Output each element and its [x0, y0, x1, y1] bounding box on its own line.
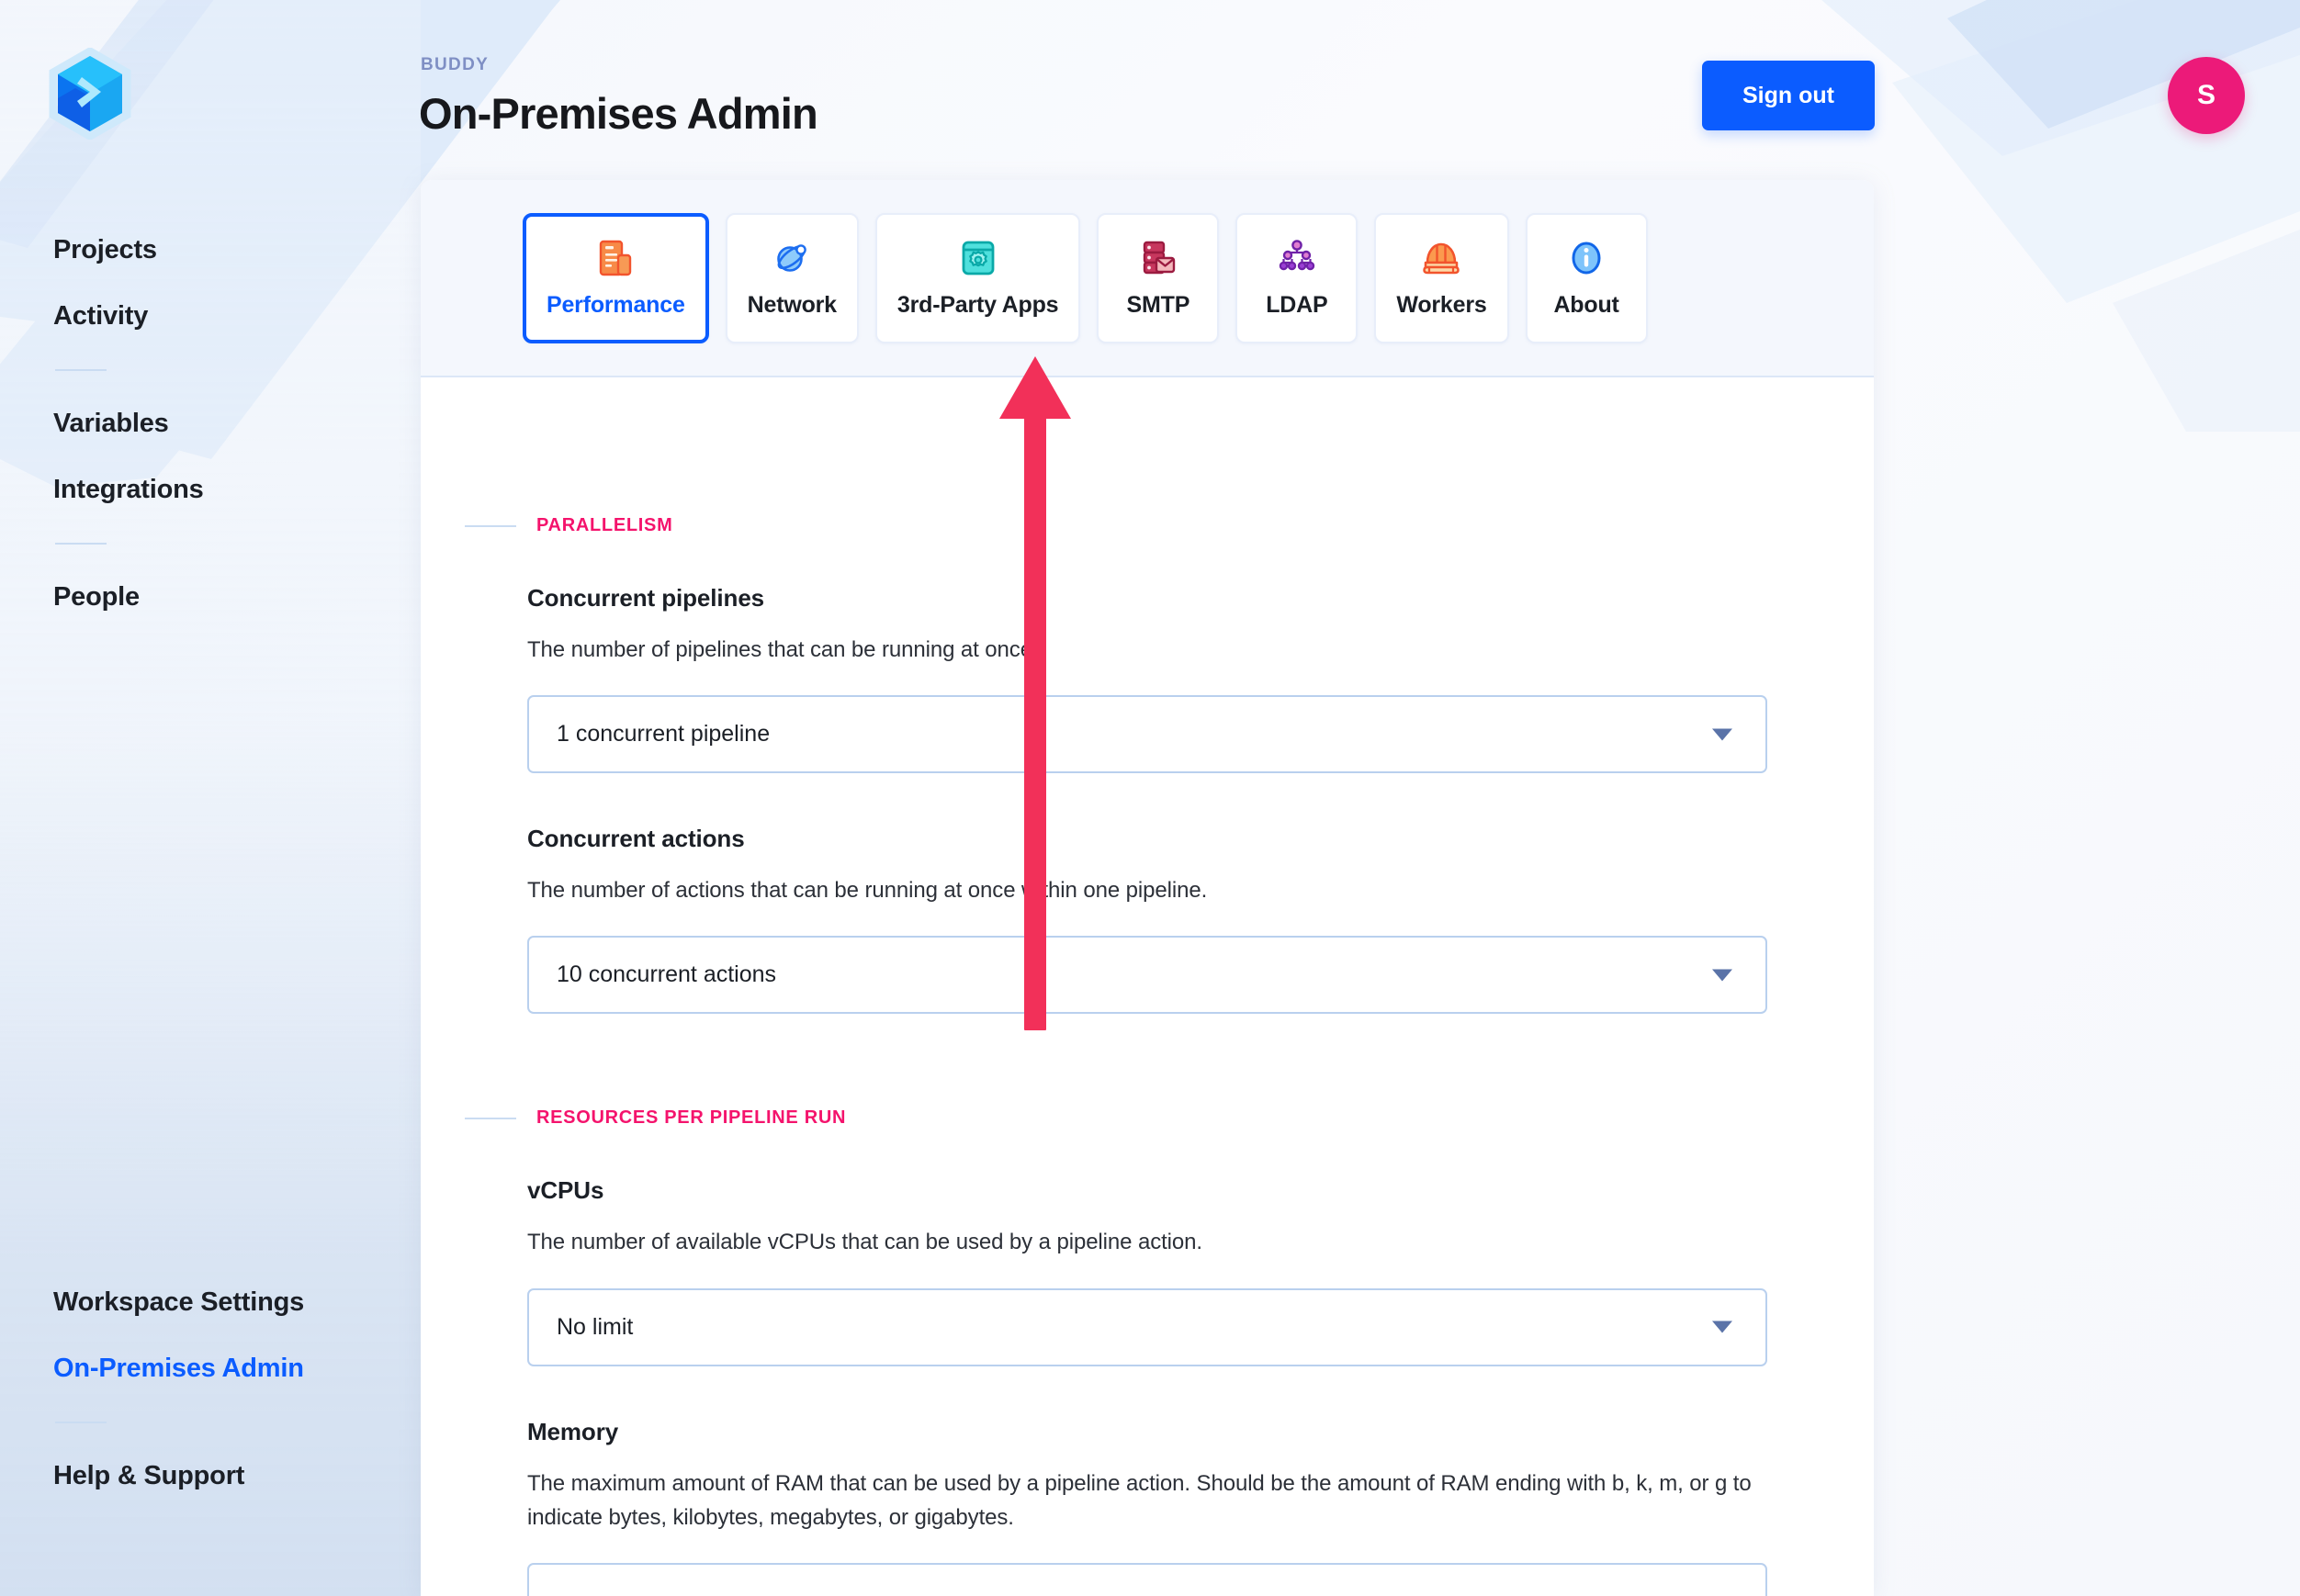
select-concurrent-actions-value: 10 concurrent actions — [557, 961, 777, 988]
field-description-concurrent-actions: The number of actions that can be runnin… — [527, 878, 1208, 904]
tab-about[interactable]: About — [1525, 212, 1648, 343]
sidebar-nav-bottom: Workspace Settings On-Premises Admin Hel… — [53, 1289, 402, 1489]
sidebar-item-workspace-settings[interactable]: Workspace Settings — [53, 1289, 402, 1316]
select-concurrent-pipelines[interactable]: 1 concurrent pipeline — [527, 695, 1767, 774]
field-concurrent-actions: Concurrent actions The number of actions… — [421, 825, 1874, 1015]
tab-performance-label: Performance — [547, 292, 685, 318]
tab-ldap[interactable]: LDAP — [1235, 212, 1359, 343]
performance-report-icon — [594, 237, 637, 279]
tab-network-label: Network — [747, 292, 837, 318]
field-description-vcpus: The number of available vCPUs that can b… — [527, 1230, 1202, 1255]
sidebar-item-activity[interactable]: Activity — [53, 303, 402, 330]
sidebar-item-on-premises-admin[interactable]: On-Premises Admin — [53, 1355, 402, 1382]
section-rule — [465, 524, 516, 527]
admin-settings-card: Performance Network 3rd-Party Apps SMTP … — [421, 180, 1874, 1596]
page-title: On-Premises Admin — [419, 89, 818, 138]
tab-third-party-apps[interactable]: 3rd-Party Apps — [874, 212, 1081, 343]
tab-about-label: About — [1553, 292, 1619, 318]
select-concurrent-pipelines-value: 1 concurrent pipeline — [557, 721, 771, 747]
field-label-vcpus: vCPUs — [527, 1176, 604, 1205]
section-rule — [465, 1117, 516, 1119]
settings-tab-bar: Performance Network 3rd-Party Apps SMTP … — [421, 180, 1874, 377]
select-concurrent-actions[interactable]: 10 concurrent actions — [527, 936, 1767, 1015]
section-header-parallelism: PARALLELISM — [421, 377, 1874, 536]
sidebar-item-people[interactable]: People — [53, 584, 402, 611]
field-description-memory: The maximum amount of RAM that can be us… — [527, 1470, 1752, 1530]
sidebar-nav: Projects Activity Variables Integrations… — [53, 237, 402, 611]
sidebar-item-integrations[interactable]: Integrations — [53, 477, 402, 503]
network-planet-icon — [771, 237, 813, 279]
sidebar-divider-1 — [55, 369, 107, 371]
field-label-memory: Memory — [527, 1417, 619, 1445]
sidebar: Projects Activity Variables Integrations… — [0, 0, 421, 1596]
sidebar-divider-3 — [55, 1422, 107, 1423]
tab-smtp[interactable]: SMTP — [1097, 212, 1220, 343]
field-concurrent-pipelines: Concurrent pipelines The number of pipel… — [421, 584, 1874, 774]
section-title-resources-per-pipeline-run: RESOURCES PER PIPELINE RUN — [536, 1107, 847, 1129]
field-label-concurrent-actions: Concurrent actions — [527, 825, 745, 853]
tab-network[interactable]: Network — [725, 212, 859, 343]
select-vcpus-value: No limit — [557, 1313, 634, 1340]
select-vcpus[interactable]: No limit — [527, 1287, 1767, 1366]
tab-workers[interactable]: Workers — [1374, 212, 1509, 343]
tab-third-party-apps-label: 3rd-Party Apps — [896, 292, 1059, 318]
chevron-down-icon — [1712, 1321, 1732, 1333]
field-memory: Memory The maximum amount of RAM that ca… — [421, 1418, 1874, 1596]
section-header-resources-per-pipeline-run: RESOURCES PER PIPELINE RUN — [421, 1107, 1874, 1129]
ldap-tree-icon — [1276, 237, 1318, 279]
sign-out-button[interactable]: Sign out — [1702, 61, 1875, 130]
avatar[interactable]: S — [2168, 57, 2245, 134]
sidebar-divider-2 — [55, 543, 107, 545]
sidebar-item-projects[interactable]: Projects — [53, 237, 402, 264]
tab-performance[interactable]: Performance — [523, 212, 709, 343]
memory-input[interactable] — [527, 1562, 1767, 1596]
chevron-down-icon — [1712, 728, 1732, 741]
performance-settings-panel: PARALLELISM Concurrent pipelines The num… — [421, 377, 1874, 1596]
third-party-apps-window-gear-icon — [957, 237, 999, 279]
field-vcpus: vCPUs The number of available vCPUs that… — [421, 1176, 1874, 1366]
workers-hardhat-wrench-icon — [1420, 237, 1462, 279]
buddy-logo-icon[interactable] — [48, 46, 132, 141]
sidebar-item-help-and-support[interactable]: Help & Support — [53, 1463, 402, 1489]
tab-ldap-label: LDAP — [1266, 292, 1328, 318]
field-description-concurrent-pipelines: The number of pipelines that can be runn… — [527, 637, 1039, 662]
tab-smtp-label: SMTP — [1126, 292, 1190, 318]
breadcrumb-eyebrow: BUDDY — [421, 55, 490, 74]
smtp-server-mail-icon — [1137, 237, 1179, 279]
about-info-icon — [1565, 237, 1607, 279]
tab-workers-label: Workers — [1396, 292, 1487, 318]
field-label-concurrent-pipelines: Concurrent pipelines — [527, 584, 765, 612]
section-title-parallelism: PARALLELISM — [536, 515, 673, 535]
chevron-down-icon — [1712, 969, 1732, 982]
on-premises-admin-page: Projects Activity Variables Integrations… — [0, 0, 2300, 1596]
sidebar-item-variables[interactable]: Variables — [53, 410, 402, 437]
